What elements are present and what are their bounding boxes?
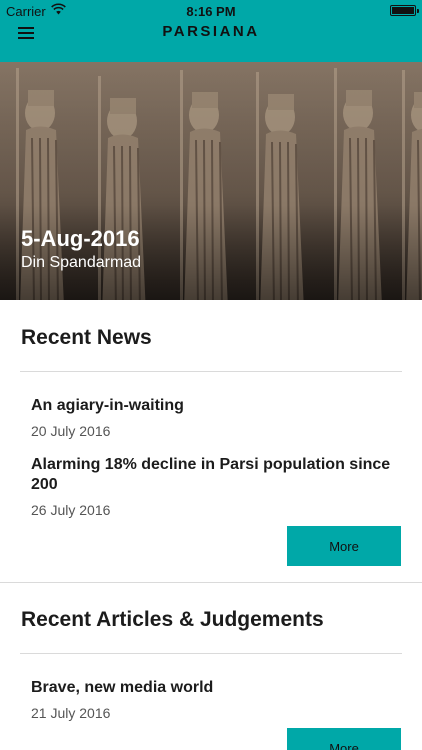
news-item-title[interactable]: An agiary-in-waiting: [31, 396, 391, 416]
status-bar: Carrier 8:16 PM: [0, 0, 422, 22]
news-more-button[interactable]: More: [287, 526, 401, 566]
app-header: Carrier 8:16 PM PARSIANA: [0, 0, 422, 62]
section-divider: [20, 653, 402, 654]
articles-more-button[interactable]: More: [287, 728, 401, 750]
section-divider: [0, 582, 422, 583]
recent-news-heading: Recent News: [21, 326, 152, 349]
hero-date: 5-Aug-2016: [21, 226, 140, 251]
article-item-date: 21 July 2016: [31, 705, 111, 721]
status-time: 8:16 PM: [186, 4, 236, 19]
news-item-date: 26 July 2016: [31, 502, 111, 518]
app-title: PARSIANA: [162, 23, 260, 40]
news-item-title[interactable]: Alarming 18% decline in Parsi population…: [31, 455, 391, 495]
news-item-date: 20 July 2016: [31, 423, 111, 439]
article-item-title[interactable]: Brave, new media world: [31, 678, 391, 698]
hero-banner: 5-Aug-2016 Din Spandarmad: [0, 62, 422, 300]
nav-bar: PARSIANA: [0, 22, 422, 62]
battery-icon: [390, 5, 419, 16]
section-divider: [20, 371, 402, 372]
hero-subtitle: Din Spandarmad: [21, 254, 142, 271]
recent-articles-heading: Recent Articles & Judgements: [21, 608, 324, 631]
